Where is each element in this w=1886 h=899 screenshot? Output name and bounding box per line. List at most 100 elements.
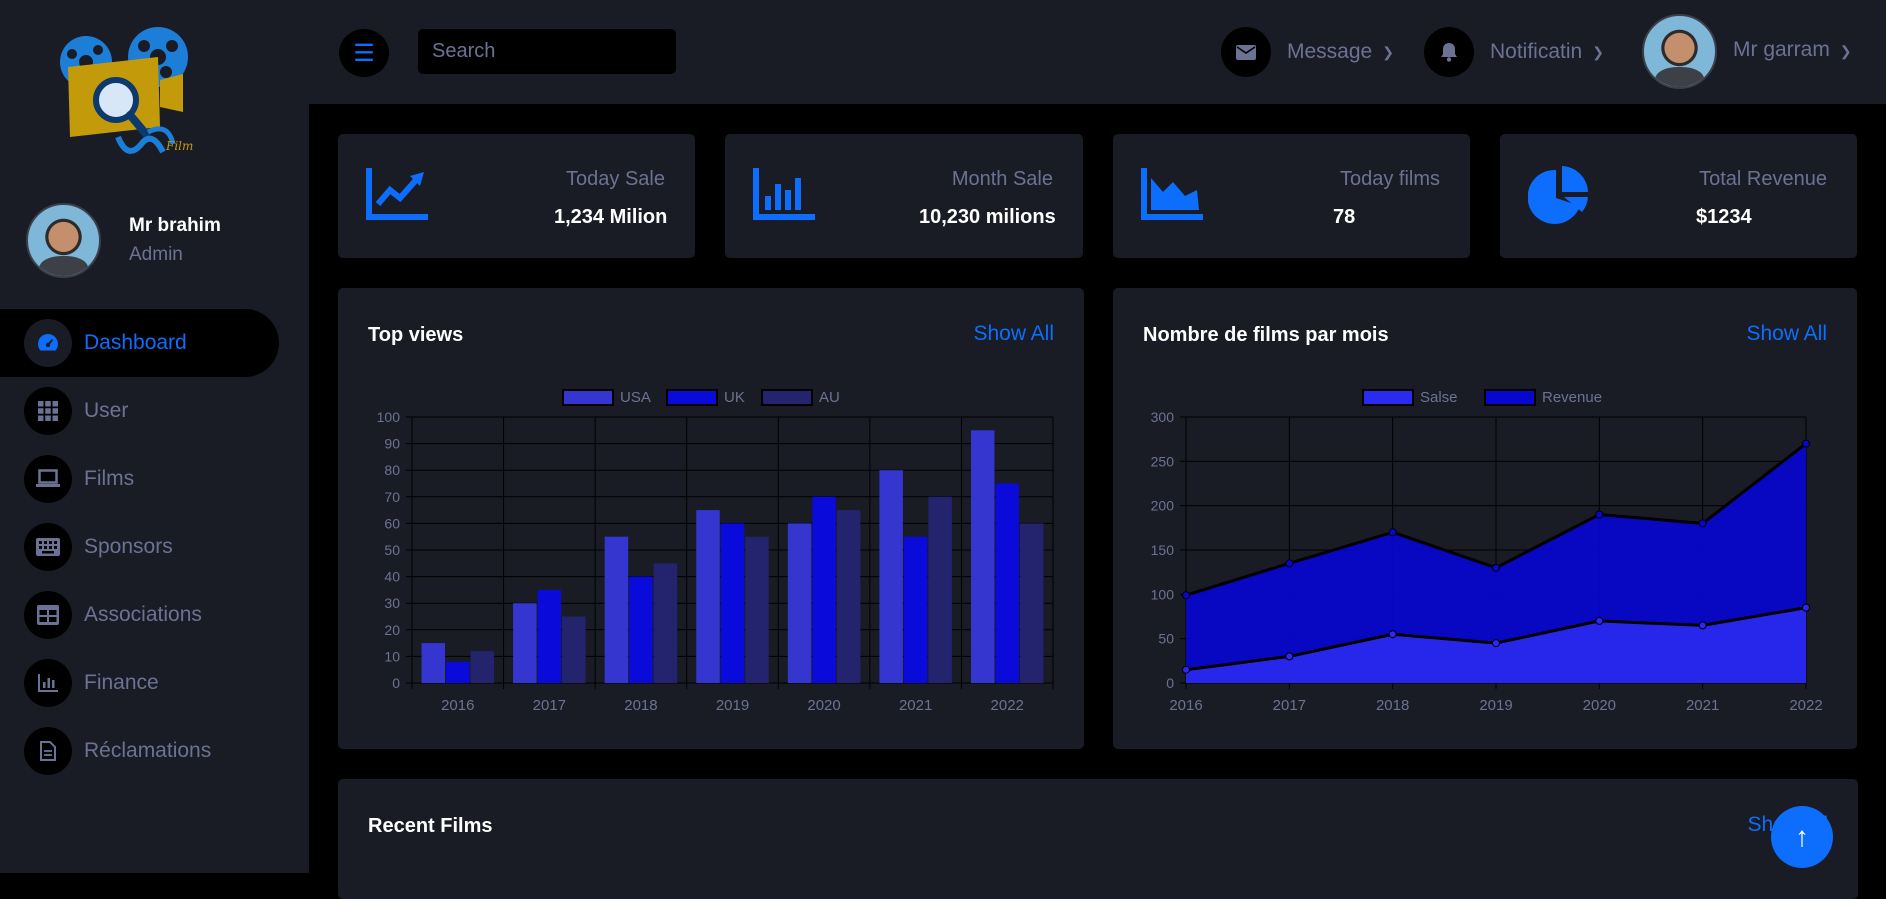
films-per-month-panel: Nombre de films par mois Show All 0 50 100…	[1113, 288, 1857, 749]
avatar	[26, 203, 101, 278]
stat-card-month-sale: Month Sale 10,230 milions	[725, 134, 1083, 258]
sidebar-item-label: Films	[84, 467, 135, 490]
y-tick-label: 80	[384, 462, 400, 478]
legend-label: UK	[724, 389, 745, 406]
svg-text:Film: Film	[165, 139, 193, 153]
sidebar: Film Mr brahim Admin Dashboard User Film…	[0, 0, 309, 873]
x-tick-label: 2021	[1686, 697, 1719, 714]
bar	[812, 496, 836, 683]
profile-role: Admin	[129, 244, 183, 265]
y-tick-label: 0	[392, 675, 400, 691]
x-tick-label: 2016	[1169, 697, 1202, 714]
y-tick-label: 150	[1151, 542, 1175, 558]
bar-chart-icon	[753, 168, 815, 220]
x-tick-label: 2016	[441, 697, 474, 714]
x-tick-label: 2022	[1789, 697, 1822, 714]
notification-dropdown[interactable]: Notificatin ❯	[1424, 26, 1604, 78]
sidebar-item-sponsors[interactable]: Sponsors	[0, 513, 309, 581]
stat-card-total-revenue: Total Revenue $1234	[1500, 134, 1857, 258]
avatar	[1642, 14, 1717, 89]
x-tick-label: 2018	[624, 697, 657, 714]
sidebar-item-reclamations[interactable]: Réclamations	[0, 717, 309, 785]
x-tick-label: 2022	[991, 697, 1024, 714]
sidebar-item-films[interactable]: Films	[0, 445, 309, 513]
stat-title: Today Sale	[566, 168, 665, 190]
speedometer-icon	[24, 319, 72, 367]
data-point	[1802, 439, 1810, 448]
data-point	[1698, 621, 1707, 630]
x-tick-label: 2019	[1479, 697, 1512, 714]
films-per-month-chart: 0 50 100 150 200 250 300 Salse Revenue 2016 2017 20…	[1151, 389, 1823, 714]
sidebar-item-label: Sponsors	[84, 535, 173, 558]
arrow-up-icon: ↑	[1795, 821, 1809, 852]
sidebar-item-dashboard[interactable]: Dashboard	[0, 309, 279, 377]
profile-name: Mr brahim	[129, 215, 221, 236]
legend-label: Salse	[1420, 389, 1458, 406]
legend-swatch	[761, 389, 813, 406]
bar	[446, 661, 470, 683]
bar	[604, 536, 629, 683]
sidebar-item-user[interactable]: User	[0, 377, 309, 445]
recent-films-panel: Recent Films Show All	[338, 779, 1858, 899]
bar	[879, 470, 903, 683]
sidebar-item-associations[interactable]: Associations	[0, 581, 309, 649]
line-chart-icon	[366, 168, 428, 220]
y-tick-label: 40	[384, 569, 400, 585]
top-views-panel: Top views Show All 0 10 20 30 40 50 60 70 80 90 10…	[338, 288, 1084, 749]
data-point	[1595, 510, 1604, 519]
x-tick-label: 2021	[899, 697, 932, 714]
bar	[928, 496, 952, 683]
table-icon	[24, 591, 72, 639]
data-point	[1285, 652, 1294, 661]
y-tick-label: 50	[1158, 631, 1174, 647]
x-tick-label: 2018	[1376, 697, 1409, 714]
data-point	[1698, 519, 1707, 528]
chevron-down-icon: ❯	[1382, 43, 1394, 60]
stat-title: Total Revenue	[1699, 168, 1827, 190]
x-tick-label: 2020	[1583, 697, 1616, 714]
pie-chart-icon	[1528, 166, 1588, 224]
y-tick-label: 100	[1151, 586, 1175, 602]
stat-card-today-films: Today films 78	[1113, 134, 1470, 258]
legend-label: AU	[819, 389, 840, 406]
bar	[970, 430, 995, 683]
sidebar-nav: Dashboard User Films Sponsors Associatio…	[0, 309, 309, 785]
back-to-top-button[interactable]: ↑	[1771, 806, 1833, 868]
x-tick-label: 2017	[533, 697, 566, 714]
legend-swatch	[562, 389, 614, 406]
topbar: ☰ Message ❯ Notificatin ❯ Mr garram ❯	[309, 0, 1886, 104]
y-tick-label: 100	[377, 409, 401, 425]
menu-toggle-button[interactable]: ☰	[339, 29, 389, 77]
y-tick-label: 30	[384, 595, 400, 611]
bar	[513, 603, 537, 683]
bar	[562, 616, 586, 683]
y-tick-label: 0	[1166, 675, 1174, 691]
stat-card-today-sale: Today Sale 1,234 Milion	[338, 134, 695, 258]
data-point	[1802, 603, 1810, 612]
bar	[537, 589, 562, 683]
stat-title: Today films	[1339, 168, 1440, 190]
bell-icon	[1424, 27, 1474, 77]
bar	[1019, 523, 1044, 683]
user-dropdown[interactable]: Mr garram ❯	[1642, 14, 1852, 89]
stat-value: 1,234 Milion	[554, 206, 668, 228]
legend-label: USA	[620, 389, 651, 406]
message-dropdown[interactable]: Message ❯	[1221, 26, 1394, 78]
data-point	[1182, 591, 1190, 600]
bar	[629, 576, 653, 683]
brand-logo[interactable]: Film	[48, 12, 213, 177]
legend-swatch	[1484, 389, 1536, 406]
y-tick-label: 70	[384, 489, 400, 505]
sidebar-item-finance[interactable]: Finance	[0, 649, 309, 717]
panel-title: Recent Films	[368, 815, 493, 837]
bar	[836, 510, 861, 683]
y-tick-label: 10	[384, 648, 400, 664]
y-tick-label: 300	[1151, 409, 1175, 425]
x-tick-label: 2019	[716, 697, 749, 714]
legend-label: Revenue	[1542, 389, 1602, 406]
sidebar-profile: Mr brahim Admin	[26, 203, 221, 278]
search-input[interactable]	[418, 29, 676, 74]
document-icon	[24, 727, 72, 775]
bar	[720, 523, 745, 683]
chart-icon	[24, 659, 72, 707]
